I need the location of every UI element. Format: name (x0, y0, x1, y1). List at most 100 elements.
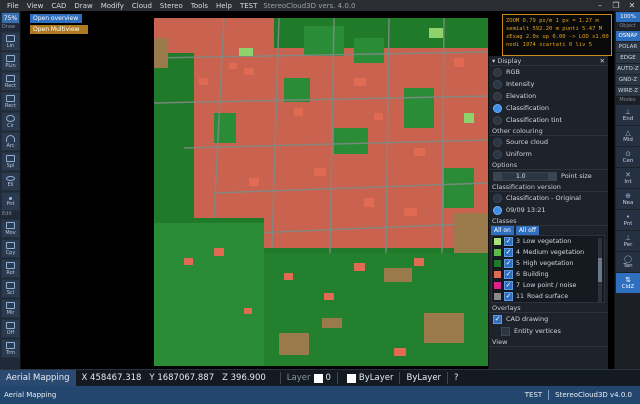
divider (279, 372, 281, 384)
checkbox-checked-icon[interactable]: ✓ (504, 281, 513, 290)
menu-view[interactable]: View (23, 2, 48, 10)
decrement-icon[interactable] (494, 172, 502, 180)
scale-tool[interactable]: Scl (1, 279, 20, 298)
snap-tangent[interactable]: ◯ Tan (616, 252, 640, 272)
move-tool[interactable]: Mov (1, 219, 20, 238)
snap-nearest[interactable]: ⊕ Nea (616, 189, 640, 209)
color-bylayer[interactable]: ByLayer (359, 373, 394, 383)
overlay-cad-drawing[interactable]: ✓ CAD drawing (489, 313, 608, 325)
open-overview-button[interactable]: Open overview (30, 14, 82, 23)
overlays-header: Overlays (489, 303, 608, 313)
line-tool[interactable]: Lin (1, 32, 20, 51)
snap-perpendicular[interactable]: ⊥ Per (616, 231, 640, 251)
menu-tools[interactable]: Tools (187, 2, 212, 10)
menu-cloud[interactable]: Cloud (128, 2, 156, 10)
class-row-3[interactable]: ✓ 3 Low vegetation (492, 236, 604, 247)
menu-draw[interactable]: Draw (70, 2, 96, 10)
color-swatch[interactable] (346, 373, 356, 383)
colouring-uniform[interactable]: Uniform (489, 148, 608, 160)
copy-tool[interactable]: Cpy (1, 239, 20, 258)
close-icon[interactable]: ✕ (624, 0, 640, 11)
spline-tool[interactable]: Spl (1, 152, 20, 171)
zoom-level-right[interactable]: 100% (616, 12, 640, 22)
auto-z-toggle[interactable]: AUTO-Z (616, 64, 640, 74)
increment-icon[interactable] (548, 172, 556, 180)
class-row-4[interactable]: ✓ 4 Medium vegetation (492, 247, 604, 258)
point-cloud-render (153, 17, 488, 366)
snap-center[interactable]: ⊙ Cen (616, 147, 640, 167)
status-mode: Aerial Mapping (4, 391, 57, 399)
rectangle-tool[interactable]: Rect (1, 72, 20, 91)
class-row-11[interactable]: ✓ 11 Road surface (492, 291, 604, 302)
display-option-classification[interactable]: Classification (489, 102, 608, 114)
checkbox-icon[interactable] (501, 326, 510, 336)
all-on-button[interactable]: All on (491, 226, 514, 235)
menu-modify[interactable]: Modify (97, 2, 128, 10)
intersection-icon: ✕ (625, 171, 631, 179)
class-row-5[interactable]: ✓ 5 High vegetation (492, 258, 604, 269)
polyline-tool[interactable]: PLin (1, 52, 20, 71)
status-bar: Aerial Mapping TEST StereoCloud3D v4.0.0 (0, 386, 640, 404)
checkbox-checked-icon[interactable]: ✓ (504, 270, 513, 279)
rotate-tool[interactable]: Rot (1, 259, 20, 278)
version-original[interactable]: Classification - Original (489, 192, 608, 204)
menu-help[interactable]: Help (212, 2, 236, 10)
maximize-icon[interactable]: ❐ (608, 0, 624, 11)
version-0909[interactable]: 09/09 13:21 (489, 204, 608, 216)
coord-x: X 458467.318 (81, 373, 142, 383)
osnap-toggle[interactable]: OSNAP (616, 31, 640, 41)
arc-tool[interactable]: Arc (1, 132, 20, 151)
menu-test[interactable]: TEST (236, 2, 261, 10)
colouring-source-cloud[interactable]: Source cloud (489, 136, 608, 148)
mirror-tool[interactable]: Mir (1, 299, 20, 318)
display-option-intensity[interactable]: Intensity (489, 78, 608, 90)
display-option-rgb[interactable]: RGB (489, 66, 608, 78)
rectangle-rotated-tool[interactable]: Rect (1, 92, 20, 111)
point-cloud-viewport[interactable]: Open overview Open Multiview (22, 11, 488, 369)
scrollbar-thumb[interactable] (598, 258, 602, 282)
edge-toggle[interactable]: EDGE (616, 53, 640, 63)
menu-file[interactable]: File (3, 2, 23, 10)
help-button[interactable]: ? (454, 373, 459, 383)
snap-intersection[interactable]: ✕ Int (616, 168, 640, 188)
snap-midpoint[interactable]: △ Mid (616, 126, 640, 146)
display-option-elevation[interactable]: Elevation (489, 90, 608, 102)
all-off-button[interactable]: All off (515, 226, 539, 235)
circle-tool[interactable]: Cir (1, 112, 20, 131)
layer-color-swatch[interactable] (313, 373, 323, 383)
checkbox-checked-icon[interactable]: ✓ (504, 237, 513, 246)
wire-z-toggle[interactable]: WIRE-Z (616, 86, 640, 96)
class-row-6[interactable]: ✓ 6 Building (492, 269, 604, 280)
class-swatch (494, 271, 501, 278)
display-option-classification-tint[interactable]: Classification tint (489, 114, 608, 126)
menu-stereo[interactable]: Stereo (156, 2, 187, 10)
checkbox-checked-icon[interactable]: ✓ (504, 292, 513, 301)
checkbox-checked-icon[interactable]: ✓ (493, 314, 502, 324)
polar-toggle[interactable]: POLAR (616, 42, 640, 52)
close-icon[interactable]: ✕ (600, 56, 605, 66)
point-size-spinbox[interactable]: 1.0 (493, 171, 557, 181)
classified-point-cloud-map[interactable] (153, 17, 488, 366)
classes-scrollbar[interactable] (598, 238, 602, 302)
linetype-bylayer[interactable]: ByLayer (406, 373, 441, 383)
menu-cad[interactable]: CAD (47, 2, 70, 10)
zoom-level[interactable]: 75% (1, 12, 20, 24)
class-row-7[interactable]: ✓ 7 Low point / noise (492, 280, 604, 291)
checkbox-checked-icon[interactable]: ✓ (504, 248, 513, 257)
overlay-entity-vertices[interactable]: Entity vertices (489, 325, 608, 337)
minimize-icon[interactable]: – (592, 0, 608, 11)
checkbox-checked-icon[interactable]: ✓ (504, 259, 513, 268)
workspace-mode[interactable]: Aerial Mapping (0, 369, 76, 387)
layer-value[interactable]: 0 (326, 373, 331, 383)
menu-bar: File View CAD Draw Modify Cloud Stereo T… (0, 0, 640, 11)
offset-tool[interactable]: Off (1, 319, 20, 338)
open-multiview-button[interactable]: Open Multiview (30, 25, 88, 34)
gnd-z-toggle[interactable]: GND-Z (616, 75, 640, 85)
snap-endpoint[interactable]: ⟂ End (616, 105, 640, 125)
snap-cloud-z[interactable]: ⇅ CldZ (616, 273, 640, 293)
display-header[interactable]: ▾ Display ✕ (489, 56, 608, 66)
snap-point[interactable]: • Pnt (616, 210, 640, 230)
ellipse-tool[interactable]: Ell (1, 172, 20, 191)
trim-tool[interactable]: Trm (1, 339, 20, 358)
point-tool[interactable]: Pnt (1, 192, 20, 211)
